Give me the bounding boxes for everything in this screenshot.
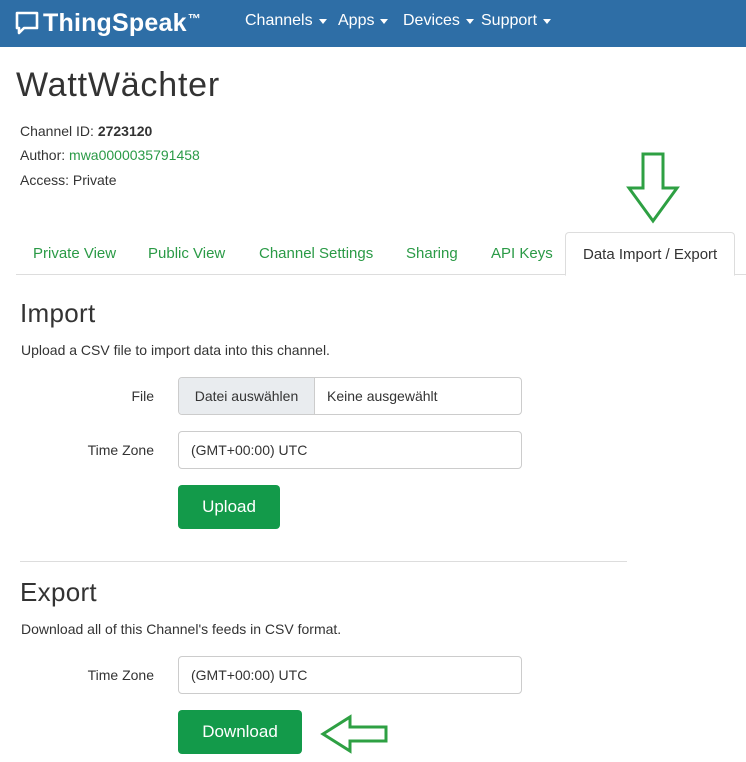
export-timezone-label: Time Zone (87, 667, 154, 683)
file-label: File (131, 388, 154, 404)
download-button[interactable]: Download (178, 710, 302, 754)
channel-access-label: Access: (20, 172, 70, 188)
chevron-down-icon (380, 18, 389, 24)
export-description: Download all of this Channel's feeds in … (21, 621, 342, 637)
tab-private-view[interactable]: Private View (16, 232, 133, 275)
nav-apps-label: Apps (338, 12, 375, 29)
chevron-down-icon (465, 18, 474, 24)
tab-channel-settings[interactable]: Channel Settings (242, 232, 390, 275)
brand-logo[interactable]: ThingSpeak ™ (14, 7, 201, 39)
top-navbar: ThingSpeak ™ Channels Apps Devices Suppo… (0, 0, 746, 47)
file-input[interactable]: Datei auswählen Keine ausgewählt (178, 377, 522, 415)
tab-data-import-export[interactable]: Data Import / Export (565, 232, 736, 276)
section-divider (20, 561, 627, 562)
import-timezone-select[interactable]: (GMT+00:00) UTC (178, 431, 522, 469)
file-status: Keine ausgewählt (327, 388, 438, 404)
arrow-left-icon (320, 714, 388, 754)
channel-id: Channel ID: 2723120 (20, 123, 152, 139)
import-timezone-label: Time Zone (87, 442, 154, 458)
tab-sharing[interactable]: Sharing (389, 232, 475, 275)
channel-tabs: Private View Public View Channel Setting… (16, 232, 746, 276)
nav-support-label: Support (481, 12, 538, 29)
page-title: WattWächter (16, 66, 221, 104)
upload-button[interactable]: Upload (178, 485, 280, 529)
nav-devices[interactable]: Devices (403, 12, 474, 30)
nav-support[interactable]: Support (481, 12, 552, 30)
channel-access-value: Private (72, 172, 117, 188)
export-heading: Export (20, 577, 97, 607)
brand-trademark: ™ (187, 10, 201, 26)
export-timezone-select[interactable]: (GMT+00:00) UTC (178, 656, 522, 694)
channel-author-label: Author: (20, 147, 66, 163)
chevron-down-icon (318, 18, 327, 24)
import-description: Upload a CSV file to import data into th… (21, 342, 330, 358)
nav-devices-label: Devices (403, 12, 460, 29)
tab-api-keys[interactable]: API Keys (474, 232, 570, 275)
brand-name: ThingSpeak (43, 8, 187, 37)
speech-bubble-icon (15, 11, 39, 35)
channel-id-label: Channel ID: (20, 123, 94, 139)
author-link[interactable]: mwa0000035791458 (69, 147, 200, 163)
nav-channels-label: Channels (245, 12, 313, 29)
choose-file-button[interactable]: Datei auswählen (179, 378, 315, 414)
channel-author: Author: mwa0000035791458 (20, 147, 200, 163)
nav-channels[interactable]: Channels (245, 12, 327, 30)
channel-id-value: 2723120 (97, 123, 153, 139)
nav-apps[interactable]: Apps (338, 12, 389, 30)
chevron-down-icon (543, 18, 552, 24)
tab-public-view[interactable]: Public View (131, 232, 242, 275)
channel-access: Access: Private (20, 172, 116, 188)
import-heading: Import (20, 298, 96, 328)
arrow-down-icon (626, 152, 680, 224)
